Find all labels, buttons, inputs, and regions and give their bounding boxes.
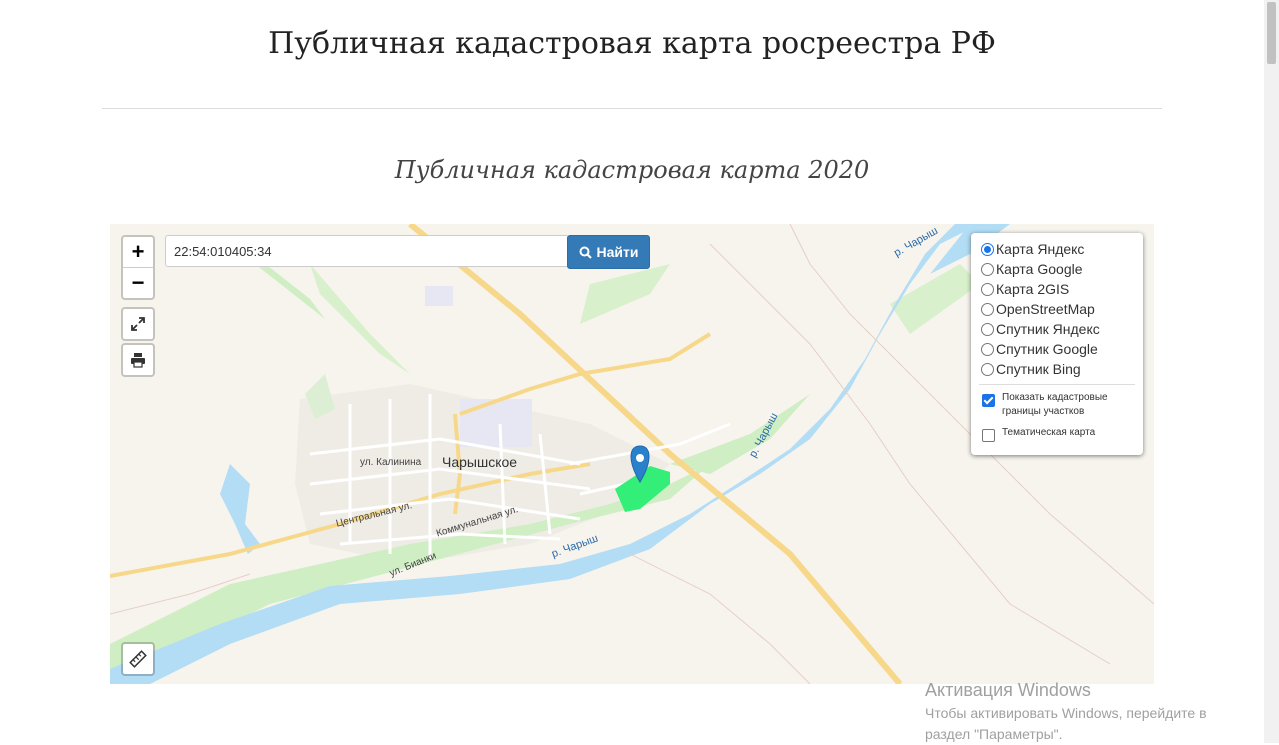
layer-option-google-satellite[interactable]: Спутник Google xyxy=(981,339,1098,359)
radio-button xyxy=(981,322,994,336)
watermark-line: Чтобы активировать Windows, перейдите в xyxy=(925,705,1207,721)
scrollbar-thumb[interactable] xyxy=(1267,2,1276,64)
ruler-icon xyxy=(129,650,147,668)
radio-button xyxy=(981,262,994,276)
industrial-area xyxy=(460,399,532,447)
watermark-title: Активация Windows xyxy=(925,680,1091,700)
ruler-button[interactable] xyxy=(121,642,155,676)
radio-button xyxy=(981,242,994,256)
zoom-out-button[interactable]: − xyxy=(123,268,153,298)
radio-button xyxy=(981,342,994,356)
zoom-control: + − xyxy=(121,235,155,300)
thematic-map-checkbox[interactable]: Тематическая карта xyxy=(982,426,1095,442)
town-label: Чарышское xyxy=(442,454,518,470)
layer-option-yandex-satellite[interactable]: Спутник Яндекс xyxy=(981,319,1100,339)
layers-panel: Карта Яндекс Карта Google Карта 2GIS Ope… xyxy=(971,233,1143,455)
search-button[interactable]: Найти xyxy=(567,235,650,269)
print-button[interactable] xyxy=(121,343,155,377)
street-label: ул. Калинина xyxy=(360,457,422,468)
cadastral-number-input[interactable] xyxy=(165,235,569,267)
page-scrollbar[interactable] xyxy=(1264,0,1279,743)
layer-option-yandex-map[interactable]: Карта Яндекс xyxy=(981,239,1084,259)
windows-activation-watermark: Активация Windows Чтобы активировать Win… xyxy=(925,680,1207,745)
search-icon xyxy=(579,246,592,259)
checkbox xyxy=(982,429,995,442)
layers-divider xyxy=(979,384,1135,385)
radio-button xyxy=(981,362,994,376)
page-title: Публичная кадастровая карта росреестра Р… xyxy=(268,26,996,61)
show-boundaries-checkbox[interactable]: Показать кадастровые границы участков xyxy=(982,391,1132,419)
layer-option-bing-satellite[interactable]: Спутник Bing xyxy=(981,359,1081,379)
print-icon xyxy=(131,353,145,368)
layer-option-2gis-map[interactable]: Карта 2GIS xyxy=(981,279,1069,299)
cadastral-map[interactable]: Чарышское р. Чарыш р. Чарыш р. Чарыш ул.… xyxy=(110,224,1154,684)
radio-button xyxy=(981,302,994,316)
layer-option-osm[interactable]: OpenStreetMap xyxy=(981,299,1095,319)
checkbox xyxy=(982,394,995,407)
page-subtitle: Публичная кадастровая карта 2020 xyxy=(394,156,870,184)
fullscreen-icon xyxy=(131,317,145,331)
radio-button xyxy=(981,282,994,296)
fullscreen-button[interactable] xyxy=(121,307,155,341)
zoom-in-button[interactable]: + xyxy=(123,237,153,268)
watermark-line: раздел "Параметры". xyxy=(925,726,1063,742)
search-button-label: Найти xyxy=(596,244,639,260)
layer-option-google-map[interactable]: Карта Google xyxy=(981,259,1083,279)
header-divider xyxy=(102,108,1162,109)
